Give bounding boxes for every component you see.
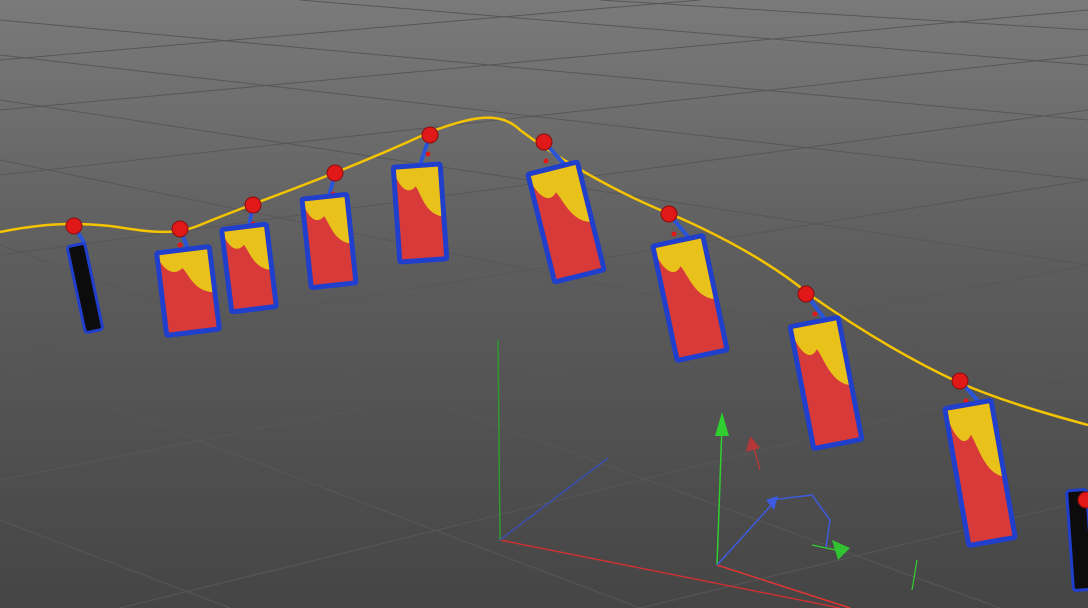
spline-bead[interactable]: [797, 285, 815, 303]
hanger-joint: [671, 231, 677, 237]
hanger-panel: [390, 161, 450, 265]
spline-bead[interactable]: [244, 196, 262, 214]
spline-bead[interactable]: [421, 126, 439, 144]
hanger-panel: [219, 221, 279, 315]
spline-bead[interactable]: [951, 372, 969, 390]
hanger-panel: [154, 244, 222, 338]
spline-bead[interactable]: [171, 220, 189, 238]
hanger-joint: [425, 151, 431, 157]
hanger-joint: [812, 311, 818, 317]
spline-bead[interactable]: [660, 205, 678, 223]
hanger-joint: [177, 242, 183, 248]
hanger-joint: [543, 158, 549, 164]
spline-bead[interactable]: [65, 217, 83, 235]
spline-bead[interactable]: [326, 164, 344, 182]
hanger-panel: [299, 192, 359, 290]
3d-viewport[interactable]: [0, 0, 1088, 608]
spline-bead[interactable]: [535, 133, 553, 151]
